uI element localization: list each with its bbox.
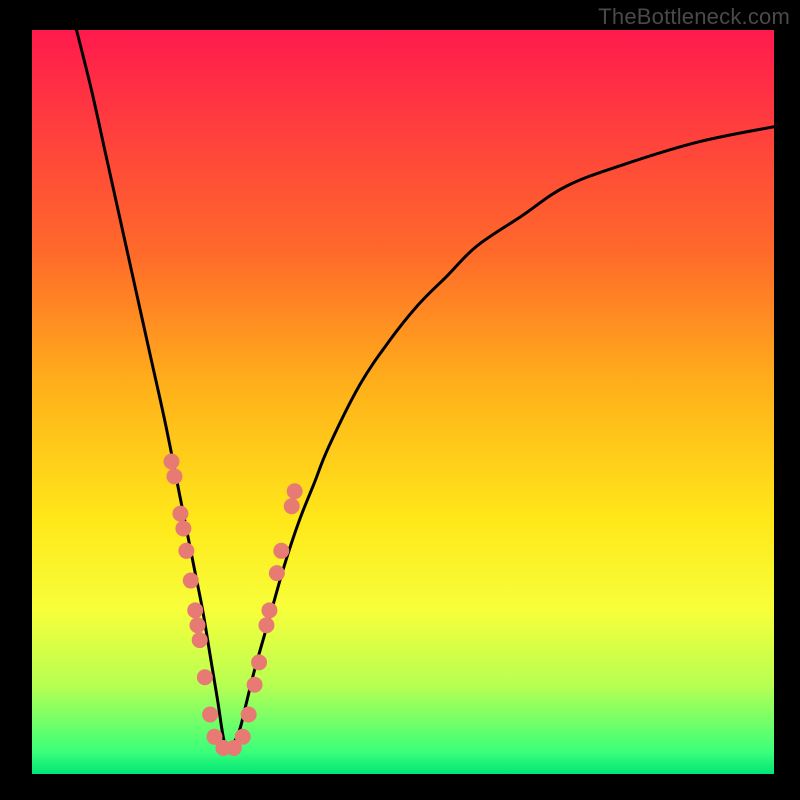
chart-svg	[0, 0, 800, 800]
data-point	[192, 632, 208, 648]
data-point	[241, 706, 257, 722]
data-point	[235, 729, 251, 745]
data-point	[273, 543, 289, 559]
chart-frame: TheBottleneck.com	[0, 0, 800, 800]
data-point	[269, 565, 285, 581]
data-point	[175, 520, 191, 536]
data-point	[287, 483, 303, 499]
bottleneck-curve	[77, 30, 774, 748]
data-point	[187, 602, 203, 618]
data-point	[247, 677, 263, 693]
data-point	[251, 654, 267, 670]
data-point	[178, 543, 194, 559]
data-point	[189, 617, 205, 633]
data-point	[197, 669, 213, 685]
data-point	[183, 573, 199, 589]
data-point	[284, 498, 300, 514]
data-point	[163, 454, 179, 470]
data-point	[202, 706, 218, 722]
data-point	[172, 506, 188, 522]
data-point	[261, 602, 277, 618]
data-point	[166, 468, 182, 484]
data-point	[258, 617, 274, 633]
